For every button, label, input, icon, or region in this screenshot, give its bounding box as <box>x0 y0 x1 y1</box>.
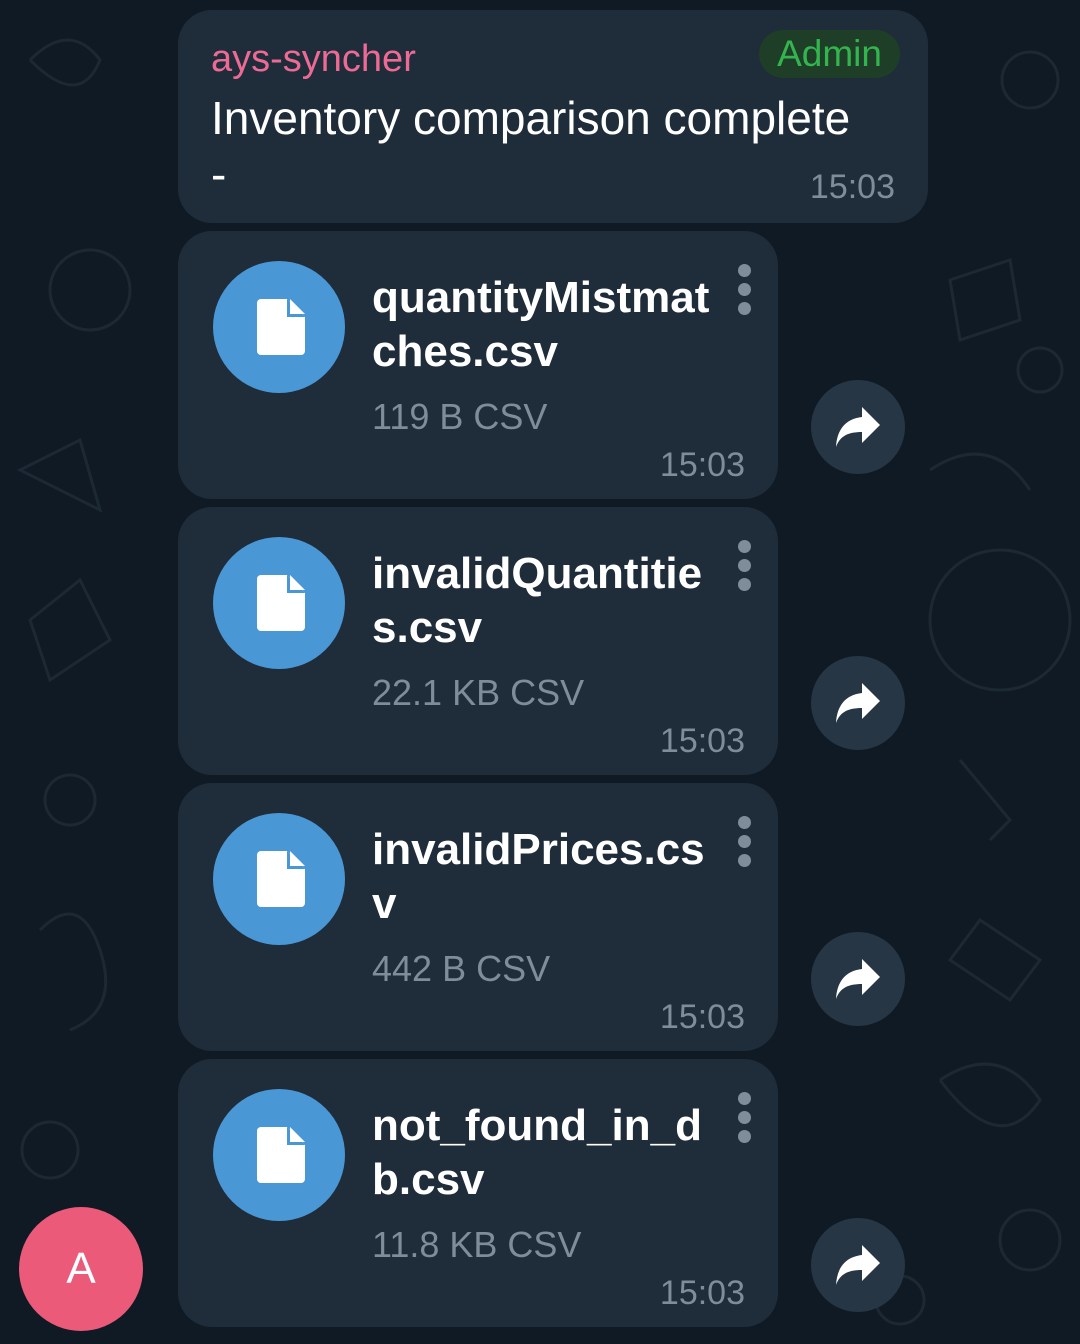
file-icon <box>257 299 305 355</box>
share-button[interactable] <box>811 380 905 474</box>
file-name[interactable]: quantityMistmatches.csv <box>372 271 712 379</box>
message-bubble[interactable]: ays-syncher Admin Inventory comparison c… <box>178 10 928 223</box>
file-name[interactable]: not_found_in_db.csv <box>372 1099 712 1207</box>
sender-name[interactable]: ays-syncher <box>211 38 416 81</box>
message-time: 15:03 <box>659 1274 745 1312</box>
more-vertical-icon[interactable] <box>738 264 754 320</box>
file-download-button[interactable] <box>213 261 345 393</box>
message-text: Inventory comparison complete - <box>211 92 851 200</box>
file-message[interactable]: not_found_in_db.csv 11.8 KB CSV 15:03 <box>178 1059 778 1327</box>
share-button[interactable] <box>811 932 905 1026</box>
message-time: 15:03 <box>809 168 895 206</box>
file-name[interactable]: invalidQuantities.csv <box>372 547 712 655</box>
file-icon <box>257 575 305 631</box>
file-download-button[interactable] <box>213 537 345 669</box>
sender-avatar[interactable]: A <box>19 1207 143 1331</box>
admin-badge: Admin <box>759 30 900 78</box>
file-message[interactable]: quantityMistmatches.csv 119 B CSV 15:03 <box>178 231 778 499</box>
message-time: 15:03 <box>659 998 745 1036</box>
file-size: 22.1 KB CSV <box>372 672 585 713</box>
more-vertical-icon[interactable] <box>738 1092 754 1148</box>
more-vertical-icon[interactable] <box>738 540 754 596</box>
file-icon <box>257 851 305 907</box>
share-arrow-icon <box>836 1245 880 1285</box>
share-arrow-icon <box>836 683 880 723</box>
file-size: 119 B CSV <box>372 396 548 437</box>
share-button[interactable] <box>811 1218 905 1312</box>
file-size: 11.8 KB CSV <box>372 1224 582 1265</box>
file-message[interactable]: invalidPrices.csv 442 B CSV 15:03 <box>178 783 778 1051</box>
file-message[interactable]: invalidQuantities.csv 22.1 KB CSV 15:03 <box>178 507 778 775</box>
more-vertical-icon[interactable] <box>738 816 754 872</box>
file-name[interactable]: invalidPrices.csv <box>372 823 712 931</box>
file-size: 442 B CSV <box>372 948 551 989</box>
share-arrow-icon <box>836 407 880 447</box>
message-time: 15:03 <box>659 722 745 760</box>
share-arrow-icon <box>836 959 880 999</box>
file-download-button[interactable] <box>213 1089 345 1221</box>
file-icon <box>257 1127 305 1183</box>
file-download-button[interactable] <box>213 813 345 945</box>
message-time: 15:03 <box>659 446 745 484</box>
share-button[interactable] <box>811 656 905 750</box>
